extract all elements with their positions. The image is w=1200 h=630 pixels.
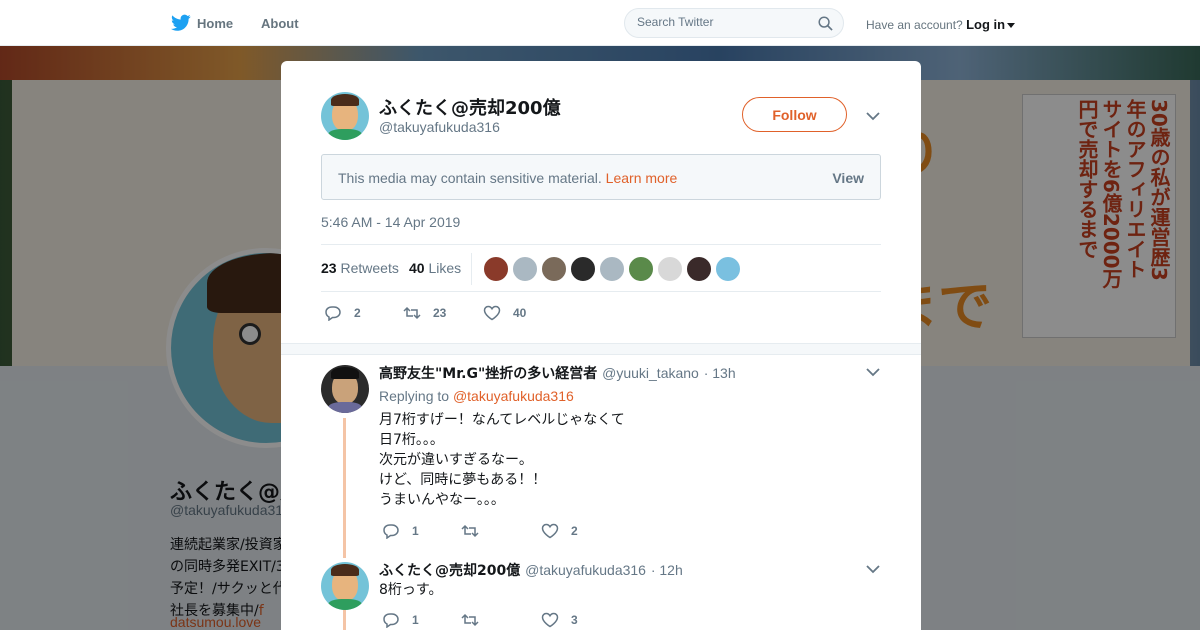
- reply-text: 月7桁すげー！なんてレベルじゃなくて 日7桁。。。 次元が違いすぎるなー。 けど…: [379, 410, 625, 510]
- reply-avatar[interactable]: [321, 562, 369, 610]
- retweet-label: Retweets: [340, 260, 399, 276]
- like-count: 2: [571, 524, 578, 538]
- like-count: 3: [571, 613, 578, 627]
- view-media-button[interactable]: View: [832, 170, 864, 186]
- chevron-down-icon[interactable]: [866, 111, 880, 121]
- reply-line: 日7桁。。。: [379, 432, 444, 448]
- retweet-count: 23: [433, 306, 447, 320]
- reply-icon: [383, 524, 399, 539]
- liker-avatar[interactable]: [512, 256, 538, 282]
- reply-line: 8桁っす。: [379, 582, 443, 598]
- liker-avatar[interactable]: [599, 256, 625, 282]
- like-stat[interactable]: 40 Likes: [409, 260, 461, 276]
- nav-about-link[interactable]: About: [261, 16, 299, 31]
- search-box[interactable]: [624, 8, 844, 38]
- tweet-modal: ふくたく@売却200億 @takuyafukuda316 Follow This…: [281, 61, 921, 630]
- reply-line: 月7桁すげー！なんてレベルじゃなくて: [379, 412, 625, 428]
- reply-line: けど、同時に夢もある！！: [379, 472, 547, 488]
- retweet-stat[interactable]: 23 Retweets: [321, 260, 399, 276]
- account-prompt: Have an account?: [866, 18, 963, 32]
- liker-avatar[interactable]: [628, 256, 654, 282]
- top-nav: Home About Have an account? Log in: [0, 0, 1200, 46]
- reply-author[interactable]: 高野友生"Mr.G"挫折の多い経営者 @yuuki_takano · 13h: [379, 363, 736, 383]
- replying-to: Replying to @takuyafukuda316: [379, 388, 574, 404]
- search-input[interactable]: [637, 15, 807, 29]
- replying-prefix: Replying to: [379, 388, 450, 404]
- reply-count: 1: [412, 613, 419, 627]
- like-label: Likes: [428, 260, 462, 276]
- account-menu[interactable]: Have an account? Log in: [866, 17, 1016, 32]
- liker-avatar[interactable]: [541, 256, 567, 282]
- close-icon[interactable]: [1155, 14, 1177, 36]
- login-link[interactable]: Log in: [966, 17, 1005, 32]
- reply-line: 次元が違いすぎるなー。: [379, 452, 533, 468]
- like-count: 40: [409, 260, 425, 276]
- reply-author[interactable]: ふくたく@売却200億 @takuyafukuda316 · 12h: [379, 560, 683, 580]
- follow-button[interactable]: Follow: [742, 97, 847, 132]
- reply-line: うまいんやなー。。。: [379, 492, 505, 508]
- reply-icon: [383, 613, 399, 628]
- reply-author-name: ふくたく@売却200億: [379, 563, 521, 579]
- retweet-count: 23: [321, 260, 337, 276]
- nav-home-link[interactable]: Home: [197, 16, 233, 31]
- retweet-icon: [461, 524, 479, 538]
- heart-icon: [483, 305, 501, 321]
- thread-line: [343, 610, 346, 630]
- liker-avatar[interactable]: [570, 256, 596, 282]
- author-handle[interactable]: @takuyafukuda316: [379, 119, 500, 135]
- tweet-timestamp[interactable]: 5:46 AM - 14 Apr 2019: [321, 214, 460, 230]
- reply-author-name: 高野友生"Mr.G"挫折の多い経営者: [379, 366, 598, 382]
- reply-author-handle: @takuyafukuda316: [525, 562, 646, 578]
- divider: [471, 253, 472, 285]
- author-name[interactable]: ふくたく@売却200億: [379, 94, 561, 120]
- reply-count: 2: [354, 306, 361, 320]
- liker-avatar[interactable]: [657, 256, 683, 282]
- sensitive-media-notice: This media may contain sensitive materia…: [321, 154, 881, 200]
- liker-avatar[interactable]: [483, 256, 509, 282]
- tweet-stats: 23 Retweets 40 Likes: [321, 244, 881, 292]
- heart-icon: [541, 523, 559, 539]
- replying-to-link[interactable]: @takuyafukuda316: [453, 388, 574, 404]
- learn-more-link[interactable]: Learn more: [606, 170, 678, 186]
- reply-time[interactable]: · 13h: [704, 365, 736, 381]
- reply-icon: [325, 306, 341, 321]
- author-avatar[interactable]: [321, 92, 369, 140]
- chevron-down-icon[interactable]: [866, 367, 880, 377]
- search-icon[interactable]: [818, 16, 833, 31]
- reply-author-handle: @yuuki_takano: [602, 365, 699, 381]
- reply-count: 1: [412, 524, 419, 538]
- retweet-icon: [403, 306, 421, 320]
- twitter-bird-icon[interactable]: [171, 14, 191, 32]
- heart-icon: [541, 612, 559, 628]
- reply-text: 8桁っす。: [379, 580, 443, 600]
- reply-time[interactable]: · 12h: [651, 562, 683, 578]
- retweet-icon: [461, 613, 479, 627]
- caret-down-icon[interactable]: [1007, 23, 1016, 29]
- section-divider: [281, 343, 921, 355]
- like-count: 40: [513, 306, 527, 320]
- reply-avatar[interactable]: [321, 365, 369, 413]
- sensitive-text: This media may contain sensitive materia…: [338, 170, 602, 186]
- liker-avatar[interactable]: [715, 256, 741, 282]
- liker-avatar[interactable]: [686, 256, 712, 282]
- thread-line: [343, 418, 346, 558]
- chevron-down-icon[interactable]: [866, 564, 880, 574]
